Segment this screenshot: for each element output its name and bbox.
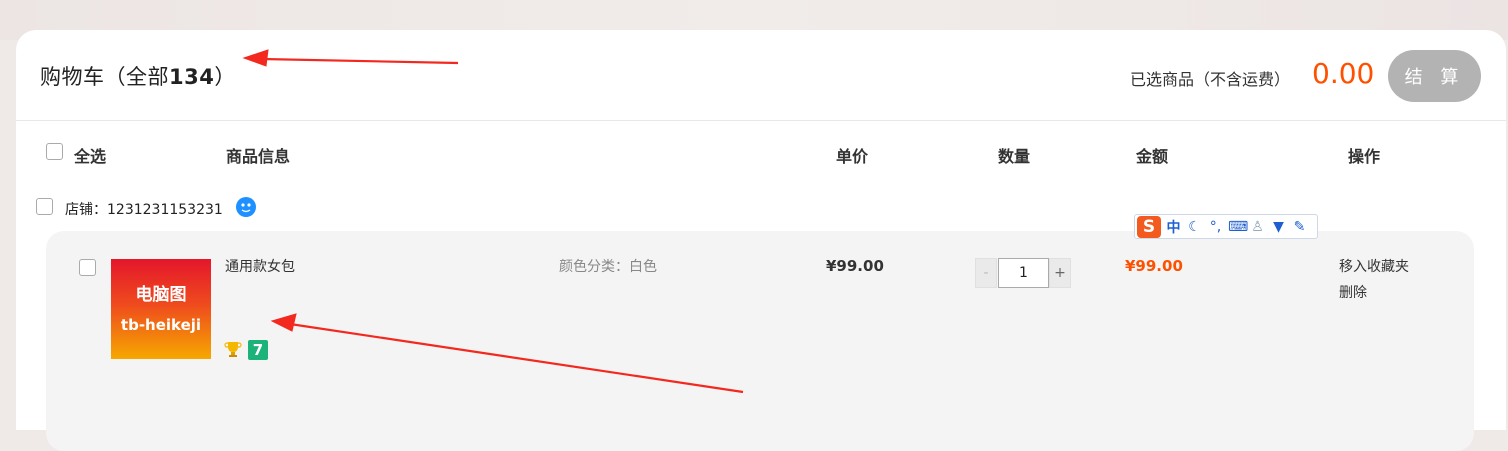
column-unit-price: 单价 — [836, 147, 869, 166]
item-sku: 颜色分类：白色 — [559, 259, 657, 275]
column-product-info: 商品信息 — [226, 147, 291, 166]
selected-items-label: 已选商品（不含运费） — [1130, 70, 1291, 89]
column-actions: 操作 — [1348, 147, 1381, 166]
cart-count: 134 — [169, 65, 215, 89]
shop-name: 店铺：1231231153231 — [65, 202, 223, 218]
checkout-button[interactable]: 结 算 — [1388, 50, 1481, 102]
item-thumbnail[interactable]: 电脑图 tb-heikeji — [111, 259, 211, 359]
selected-total: 0.00 — [1312, 57, 1375, 90]
seven-day-return-icon[interactable]: 7 — [248, 340, 268, 360]
move-to-favorites-link[interactable]: 移入收藏夹 — [1339, 256, 1409, 276]
item-amount: ¥99.00 — [1125, 257, 1183, 275]
quantity-decrement-button[interactable]: - — [975, 258, 997, 288]
ime-mode-toggle[interactable]: 中 — [1165, 217, 1182, 237]
wangwang-chat-icon[interactable] — [235, 195, 257, 217]
quantity-increment-button[interactable]: + — [1049, 258, 1071, 288]
wrench-icon[interactable]: ✎ — [1291, 219, 1308, 235]
punctuation-icon[interactable]: °, — [1207, 219, 1224, 235]
cart-header: 购物车（全部134） 已选商品（不含运费） 0.00 结 算 — [16, 30, 1506, 121]
keyboard-icon[interactable]: ⌨ — [1228, 219, 1248, 235]
page-title: 购物车（全部134） — [40, 65, 236, 89]
delete-link[interactable]: 删除 — [1339, 282, 1367, 302]
quantity-input[interactable]: 1 — [998, 258, 1049, 288]
shirt-icon[interactable]: ▼ — [1270, 219, 1287, 235]
item-name-link[interactable]: 通用款女包 — [225, 256, 295, 276]
thumb-line2: tb-heikeji — [120, 316, 202, 334]
ime-toolbar[interactable]: S 中 ☾ °, ⌨ ♙ ▼ ✎ — [1134, 214, 1318, 239]
item-checkbox[interactable] — [79, 259, 96, 276]
column-quantity: 数量 — [998, 147, 1031, 166]
gold-trophy-icon[interactable] — [224, 340, 242, 358]
shop-checkbox[interactable] — [36, 198, 53, 215]
thumb-line1: 电脑图 — [135, 285, 187, 305]
moon-icon[interactable]: ☾ — [1186, 219, 1203, 235]
select-all-checkbox[interactable] — [46, 143, 63, 160]
item-unit-price: ¥99.00 — [826, 257, 884, 275]
sogou-logo-icon[interactable]: S — [1137, 215, 1161, 238]
column-amount: 金额 — [1136, 147, 1169, 166]
user-icon[interactable]: ♙ — [1249, 219, 1266, 235]
select-all-label[interactable]: 全选 — [74, 143, 106, 167]
